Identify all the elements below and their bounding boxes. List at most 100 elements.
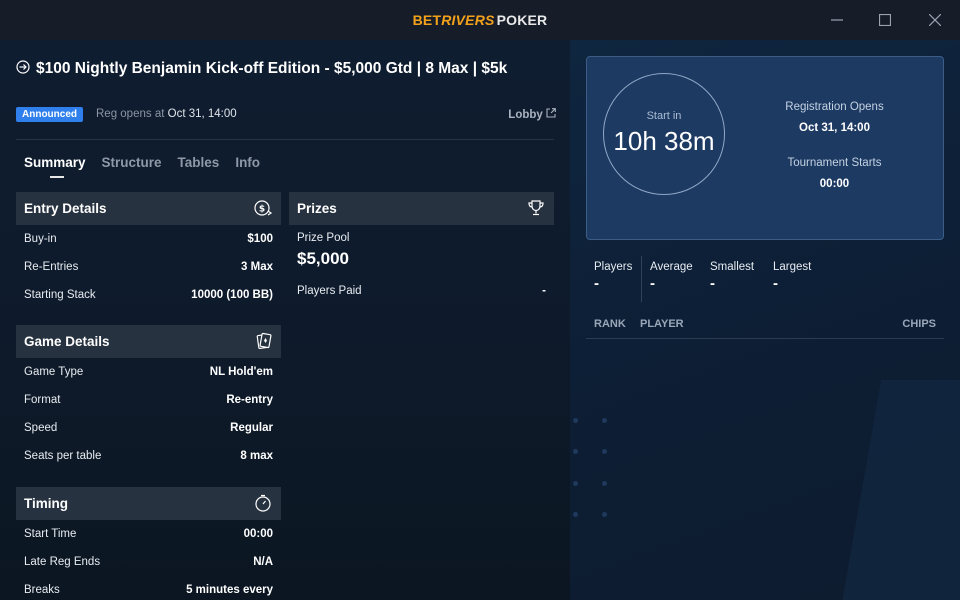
tab-tables[interactable]: Tables [178, 155, 220, 179]
speed-row: Speed Regular [16, 414, 281, 442]
game-type-value: NL Hold'em [209, 366, 273, 378]
stat-smallest-value: - [710, 275, 715, 292]
status-badge: Announced [16, 107, 83, 122]
game-type-row: Game Type NL Hold'em [16, 358, 281, 386]
lobby-link[interactable]: Lobby [508, 108, 556, 121]
lobby-link-label: Lobby [508, 109, 543, 121]
trophy-icon [528, 200, 544, 216]
close-icon [929, 14, 941, 26]
stat-average-value: - [650, 275, 655, 292]
registration-opens-block: Registration Opens Oct 31, 14:00 [757, 101, 912, 134]
brand-logo: BETRIVERS POKER [413, 12, 548, 28]
starting-stack-value: 10000 (100 BB) [191, 289, 273, 301]
stat-average: Average - [650, 261, 693, 292]
stat-largest: Largest - [773, 261, 811, 292]
stat-players-label: Players [594, 261, 633, 273]
late-reg-row: Late Reg Ends N/A [16, 548, 281, 576]
game-details-title: Game Details [24, 334, 110, 349]
tournament-status-pane: Start in 10h 38m Registration Opens Oct … [570, 40, 960, 600]
brand-logo-part2: RIVERS [441, 12, 495, 28]
game-details-header: Game Details [16, 325, 281, 358]
breaks-row: Breaks 5 minutes every [16, 576, 281, 600]
maximize-icon [879, 14, 891, 26]
players-paid-label: Players Paid [297, 285, 362, 297]
tab-bar: Summary Structure Tables Info [24, 155, 276, 179]
background-dots [570, 412, 620, 532]
late-reg-label: Late Reg Ends [24, 556, 101, 568]
tab-structure[interactable]: Structure [102, 155, 162, 179]
tab-summary[interactable]: Summary [24, 155, 86, 179]
brand-logo-part1: BET [412, 12, 442, 28]
maximize-button[interactable] [860, 0, 910, 40]
tournament-starts-label: Tournament Starts [787, 157, 882, 169]
speed-value: Regular [230, 422, 273, 434]
buy-in-row: Buy-in $100 [16, 225, 281, 253]
format-label: Format [24, 394, 61, 406]
cards-icon [256, 332, 272, 350]
prize-pool-value: $5,000 [297, 249, 349, 268]
entry-details-card: Entry Details $ Buy-in $100 Re-Entries 3 M… [16, 192, 281, 309]
dollar-exchange-icon: $ [254, 200, 273, 216]
tournament-meta: Announced Reg opens at Oct 31, 14:00 Lob… [16, 107, 556, 125]
minimize-icon [831, 19, 843, 21]
seats-row: Seats per table 8 max [16, 442, 281, 470]
tournament-title: $100 Nightly Benjamin Kick-off Edition -… [16, 58, 556, 79]
stat-smallest: Smallest - [710, 261, 754, 292]
tournament-header: $100 Nightly Benjamin Kick-off Edition -… [16, 58, 556, 122]
re-entries-value: 3 Max [241, 261, 273, 273]
speed-label: Speed [24, 422, 58, 434]
enter-icon [16, 60, 30, 74]
tournament-starts-block: Tournament Starts 00:00 [757, 157, 912, 190]
re-entries-row: Re-Entries 3 Max [16, 253, 281, 281]
countdown-circle: Start in 10h 38m [603, 73, 725, 195]
entry-details-title: Entry Details [24, 201, 107, 216]
game-details-card: Game Details Game Type NL Hold'em Format R… [16, 325, 281, 470]
countdown-label: Start in [646, 110, 682, 122]
format-value: Re-entry [226, 394, 273, 406]
tab-info[interactable]: Info [235, 155, 260, 179]
buy-in-value: $100 [247, 233, 273, 245]
chips-column-header[interactable]: CHIPS [902, 318, 936, 330]
game-type-label: Game Type [24, 366, 84, 378]
prize-pool-label: Prize Pool [297, 232, 350, 244]
close-button[interactable] [910, 0, 960, 40]
header-divider [16, 139, 554, 140]
reg-opens-label: Reg opens at [96, 108, 165, 120]
starting-stack-label: Starting Stack [24, 289, 96, 301]
registration-opens-label: Registration Opens [785, 101, 884, 113]
prizes-card: Prizes Prize Pool $5,000 Players Paid - [289, 192, 554, 305]
reg-opens-info: Reg opens at Oct 31, 14:00 [96, 108, 237, 120]
tournament-starts-value: 00:00 [819, 178, 850, 190]
timing-title: Timing [24, 496, 69, 511]
seats-label: Seats per table [24, 450, 102, 462]
external-link-icon [546, 108, 556, 118]
svg-text:$: $ [259, 205, 265, 215]
tournament-details-pane: $100 Nightly Benjamin Kick-off Edition -… [0, 40, 570, 600]
tournament-title-text: $100 Nightly Benjamin Kick-off Edition -… [36, 60, 508, 77]
breaks-label: Breaks [24, 584, 60, 596]
breaks-value: 5 minutes every [186, 584, 273, 596]
leaderboard-header: RANK PLAYER CHIPS [586, 318, 944, 338]
background-decoration [838, 380, 960, 600]
minimize-button[interactable] [812, 0, 862, 40]
stats-divider [641, 256, 642, 302]
starting-stack-row: Starting Stack 10000 (100 BB) [16, 281, 281, 309]
start-time-label: Start Time [24, 528, 77, 540]
timing-card: Timing Start Time 00:00 Late Reg Ends N/A … [16, 487, 281, 600]
rank-column-header[interactable]: RANK [594, 318, 626, 330]
player-column-header[interactable]: PLAYER [640, 318, 684, 330]
players-paid-row: Players Paid - [289, 277, 554, 305]
title-bar: BETRIVERS POKER [0, 0, 960, 40]
stopwatch-icon [255, 494, 271, 512]
prizes-title: Prizes [297, 201, 337, 216]
prizes-header: Prizes [289, 192, 554, 225]
countdown-time: 10h 38m [613, 126, 715, 156]
start-time-value: 00:00 [243, 528, 273, 540]
players-paid-value: - [542, 285, 546, 297]
stat-average-label: Average [650, 261, 693, 273]
buy-in-label: Buy-in [24, 233, 57, 245]
format-row: Format Re-entry [16, 386, 281, 414]
timing-header: Timing [16, 487, 281, 520]
late-reg-value: N/A [253, 556, 273, 568]
leaderboard-divider [586, 338, 944, 339]
